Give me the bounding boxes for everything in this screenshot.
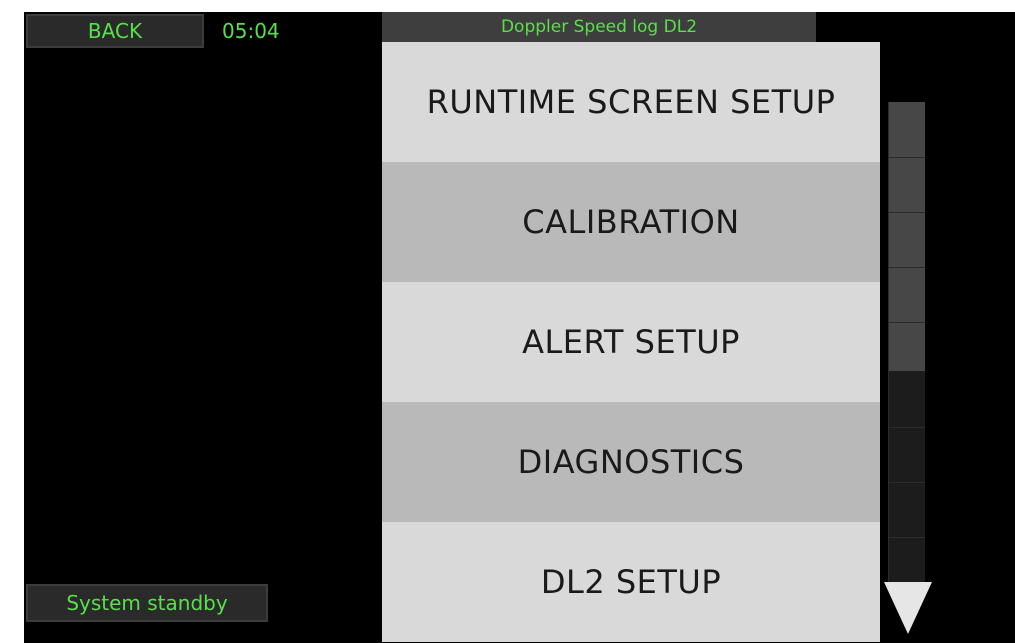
scrollbar-segment-line xyxy=(889,322,925,323)
menu-item-alert-setup[interactable]: ALERT SETUP xyxy=(382,282,880,402)
status-indicator: System standby xyxy=(26,584,268,622)
device-screen: BACK 05:04 Doppler Speed log DL2 RUNTIME… xyxy=(24,12,1015,643)
clock-display: 05:04 xyxy=(222,19,280,43)
back-button[interactable]: BACK xyxy=(26,14,204,48)
scrollbar-segment-line xyxy=(889,212,925,213)
scroll-down-arrow-icon[interactable] xyxy=(884,582,932,634)
menu-item-calibration[interactable]: CALIBRATION xyxy=(382,162,880,282)
scrollbar-segment-line xyxy=(889,482,925,483)
scrollbar-segment-line xyxy=(889,537,925,538)
scrollbar-segment-line xyxy=(889,157,925,158)
scrollbar-segment-line xyxy=(889,267,925,268)
scrollbar-segment-line xyxy=(889,427,925,428)
menu-item-dl2-setup[interactable]: DL2 SETUP xyxy=(382,522,880,642)
page-title: Doppler Speed log DL2 xyxy=(382,12,816,42)
menu-item-diagnostics[interactable]: DIAGNOSTICS xyxy=(382,402,880,522)
scrollbar-thumb[interactable] xyxy=(889,102,925,371)
scrollbar-track[interactable] xyxy=(888,102,925,582)
main-menu: RUNTIME SCREEN SETUP CALIBRATION ALERT S… xyxy=(382,42,880,643)
menu-item-runtime-screen-setup[interactable]: RUNTIME SCREEN SETUP xyxy=(382,42,880,162)
